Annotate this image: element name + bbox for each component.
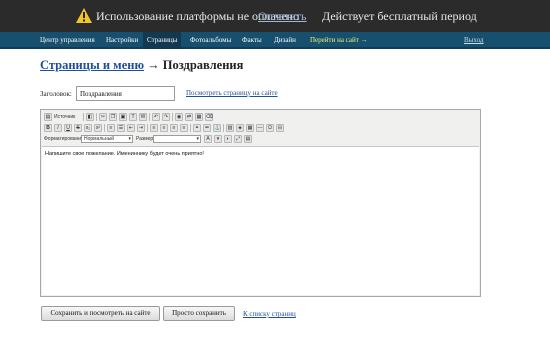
editor-content-text: Напишите свое пожелание. Имениннику буде… [45, 151, 204, 157]
nav-item-photoalbums[interactable]: Фотоальбомы [186, 32, 235, 49]
warning-icon [76, 8, 92, 23]
subscript-icon[interactable]: x₂ [84, 124, 92, 132]
link-icon[interactable]: ⚭ [193, 124, 201, 132]
undo-icon[interactable]: ↶ [152, 113, 160, 121]
editor-toolbar-row-3: Форматирование Нормальный ▾ Размер ▾ A ▾… [43, 134, 478, 145]
cut-icon[interactable]: ✂ [99, 113, 107, 121]
preview-icon[interactable]: ◧ [86, 113, 94, 121]
bold-icon[interactable]: B [44, 124, 52, 132]
bg-fill-icon[interactable]: ◐ [224, 135, 232, 143]
rich-text-editor: ▤ Источник ◧ ✂ ❐ ▣ T W ↶ ↷ ◉ ⇄ ▦ ⌫ B I U… [40, 109, 481, 297]
nav-item-dashboard[interactable]: Центр управления [36, 32, 99, 49]
flash-icon[interactable]: ◈ [236, 124, 244, 132]
size-select[interactable]: ▾ [153, 135, 201, 143]
underline-icon[interactable]: U [64, 124, 72, 132]
italic-icon[interactable]: I [54, 124, 62, 132]
paste-text-icon[interactable]: T [129, 113, 137, 121]
breadcrumb-pages-link[interactable]: Страницы и меню [40, 58, 144, 72]
nav-item-pages[interactable]: Страницы [143, 32, 182, 49]
chevron-down-icon: ▾ [196, 136, 199, 142]
nav-item-facts[interactable]: Факты [238, 32, 266, 49]
save-and-view-button[interactable]: Сохранить и посмотреть на сайте [41, 306, 160, 321]
select-all-icon[interactable]: ▦ [195, 113, 203, 121]
replace-icon[interactable]: ⇄ [185, 113, 193, 121]
page-break-icon[interactable]: ⊟ [276, 124, 284, 132]
page-title: Страницы и меню → Поздравления [40, 58, 243, 73]
editor-toolbar-row-2: B I U S x₂ x² ≡ ☰ ⇤ ⇥ ≡ ≡ ≡ ≡ ⚭ ⚮ ⚓ ▨ ◈ … [43, 123, 478, 134]
strike-icon[interactable]: S [74, 124, 82, 132]
logout-link[interactable]: Выход [460, 32, 487, 49]
text-color-icon[interactable]: A [204, 135, 212, 143]
nav-item-design[interactable]: Дизайн [270, 32, 300, 49]
editor-toolbar-row-1: ▤ Источник ◧ ✂ ❐ ▣ T W ↶ ↷ ◉ ⇄ ▦ ⌫ [43, 112, 478, 123]
title-label: Заголовок: [40, 90, 72, 98]
superscript-icon[interactable]: x² [94, 124, 102, 132]
find-icon[interactable]: ◉ [175, 113, 183, 121]
show-blocks-icon[interactable]: ▤ [244, 135, 252, 143]
size-label: Размер [136, 136, 154, 142]
chevron-down-icon: ▾ [128, 136, 131, 142]
view-page-link[interactable]: Посмотреть страницу на сайте [186, 89, 278, 97]
paste-icon[interactable]: ▣ [119, 113, 127, 121]
title-input[interactable] [76, 86, 175, 101]
nav-item-settings[interactable]: Настройки [102, 32, 142, 49]
trial-status-text: Действует бесплатный период [322, 9, 477, 23]
anchor-icon[interactable]: ⚓ [213, 124, 221, 132]
payment-warning-bar: Использование платформы не оплачено Опла… [0, 0, 550, 32]
maximize-icon[interactable]: ⤢ [234, 135, 242, 143]
source-icon[interactable]: ▤ [44, 113, 52, 121]
unlink-icon[interactable]: ⚮ [203, 124, 211, 132]
main-nav: Центр управления Настройки Страницы Фото… [0, 32, 550, 49]
pay-link[interactable]: Оплатить [258, 9, 306, 24]
copy-icon[interactable]: ❐ [109, 113, 117, 121]
remove-format-icon[interactable]: ⌫ [205, 113, 213, 121]
format-label: Форматирование [44, 136, 84, 142]
format-select[interactable]: Нормальный ▾ [81, 135, 133, 143]
back-to-list-link[interactable]: К списку страниц [243, 310, 296, 318]
save-button[interactable]: Просто сохранить [163, 306, 235, 321]
bg-color-icon[interactable]: ▾ [214, 135, 222, 143]
numbered-list-icon[interactable]: ≡ [107, 124, 115, 132]
align-right-icon[interactable]: ≡ [170, 124, 178, 132]
breadcrumb-arrow: → [147, 58, 160, 72]
indent-icon[interactable]: ⇥ [137, 124, 145, 132]
paste-word-icon[interactable]: W [139, 113, 147, 121]
bulleted-list-icon[interactable]: ☰ [117, 124, 125, 132]
editor-content-area[interactable]: Напишите свое пожелание. Имениннику буде… [42, 146, 479, 295]
page-title-text: Поздравления [162, 58, 244, 72]
special-char-icon[interactable]: Ω [266, 124, 274, 132]
table-icon[interactable]: ▦ [246, 124, 254, 132]
format-select-value: Нормальный [84, 136, 115, 142]
align-justify-icon[interactable]: ≡ [180, 124, 188, 132]
align-center-icon[interactable]: ≡ [160, 124, 168, 132]
outdent-icon[interactable]: ⇤ [127, 124, 135, 132]
redo-icon[interactable]: ↷ [162, 113, 170, 121]
align-left-icon[interactable]: ≡ [150, 124, 158, 132]
goto-site-link[interactable]: Перейти на сайт → [306, 32, 372, 49]
horizontal-rule-icon[interactable]: ― [256, 124, 264, 132]
image-icon[interactable]: ▨ [226, 124, 234, 132]
source-label[interactable]: Источник [54, 114, 75, 120]
